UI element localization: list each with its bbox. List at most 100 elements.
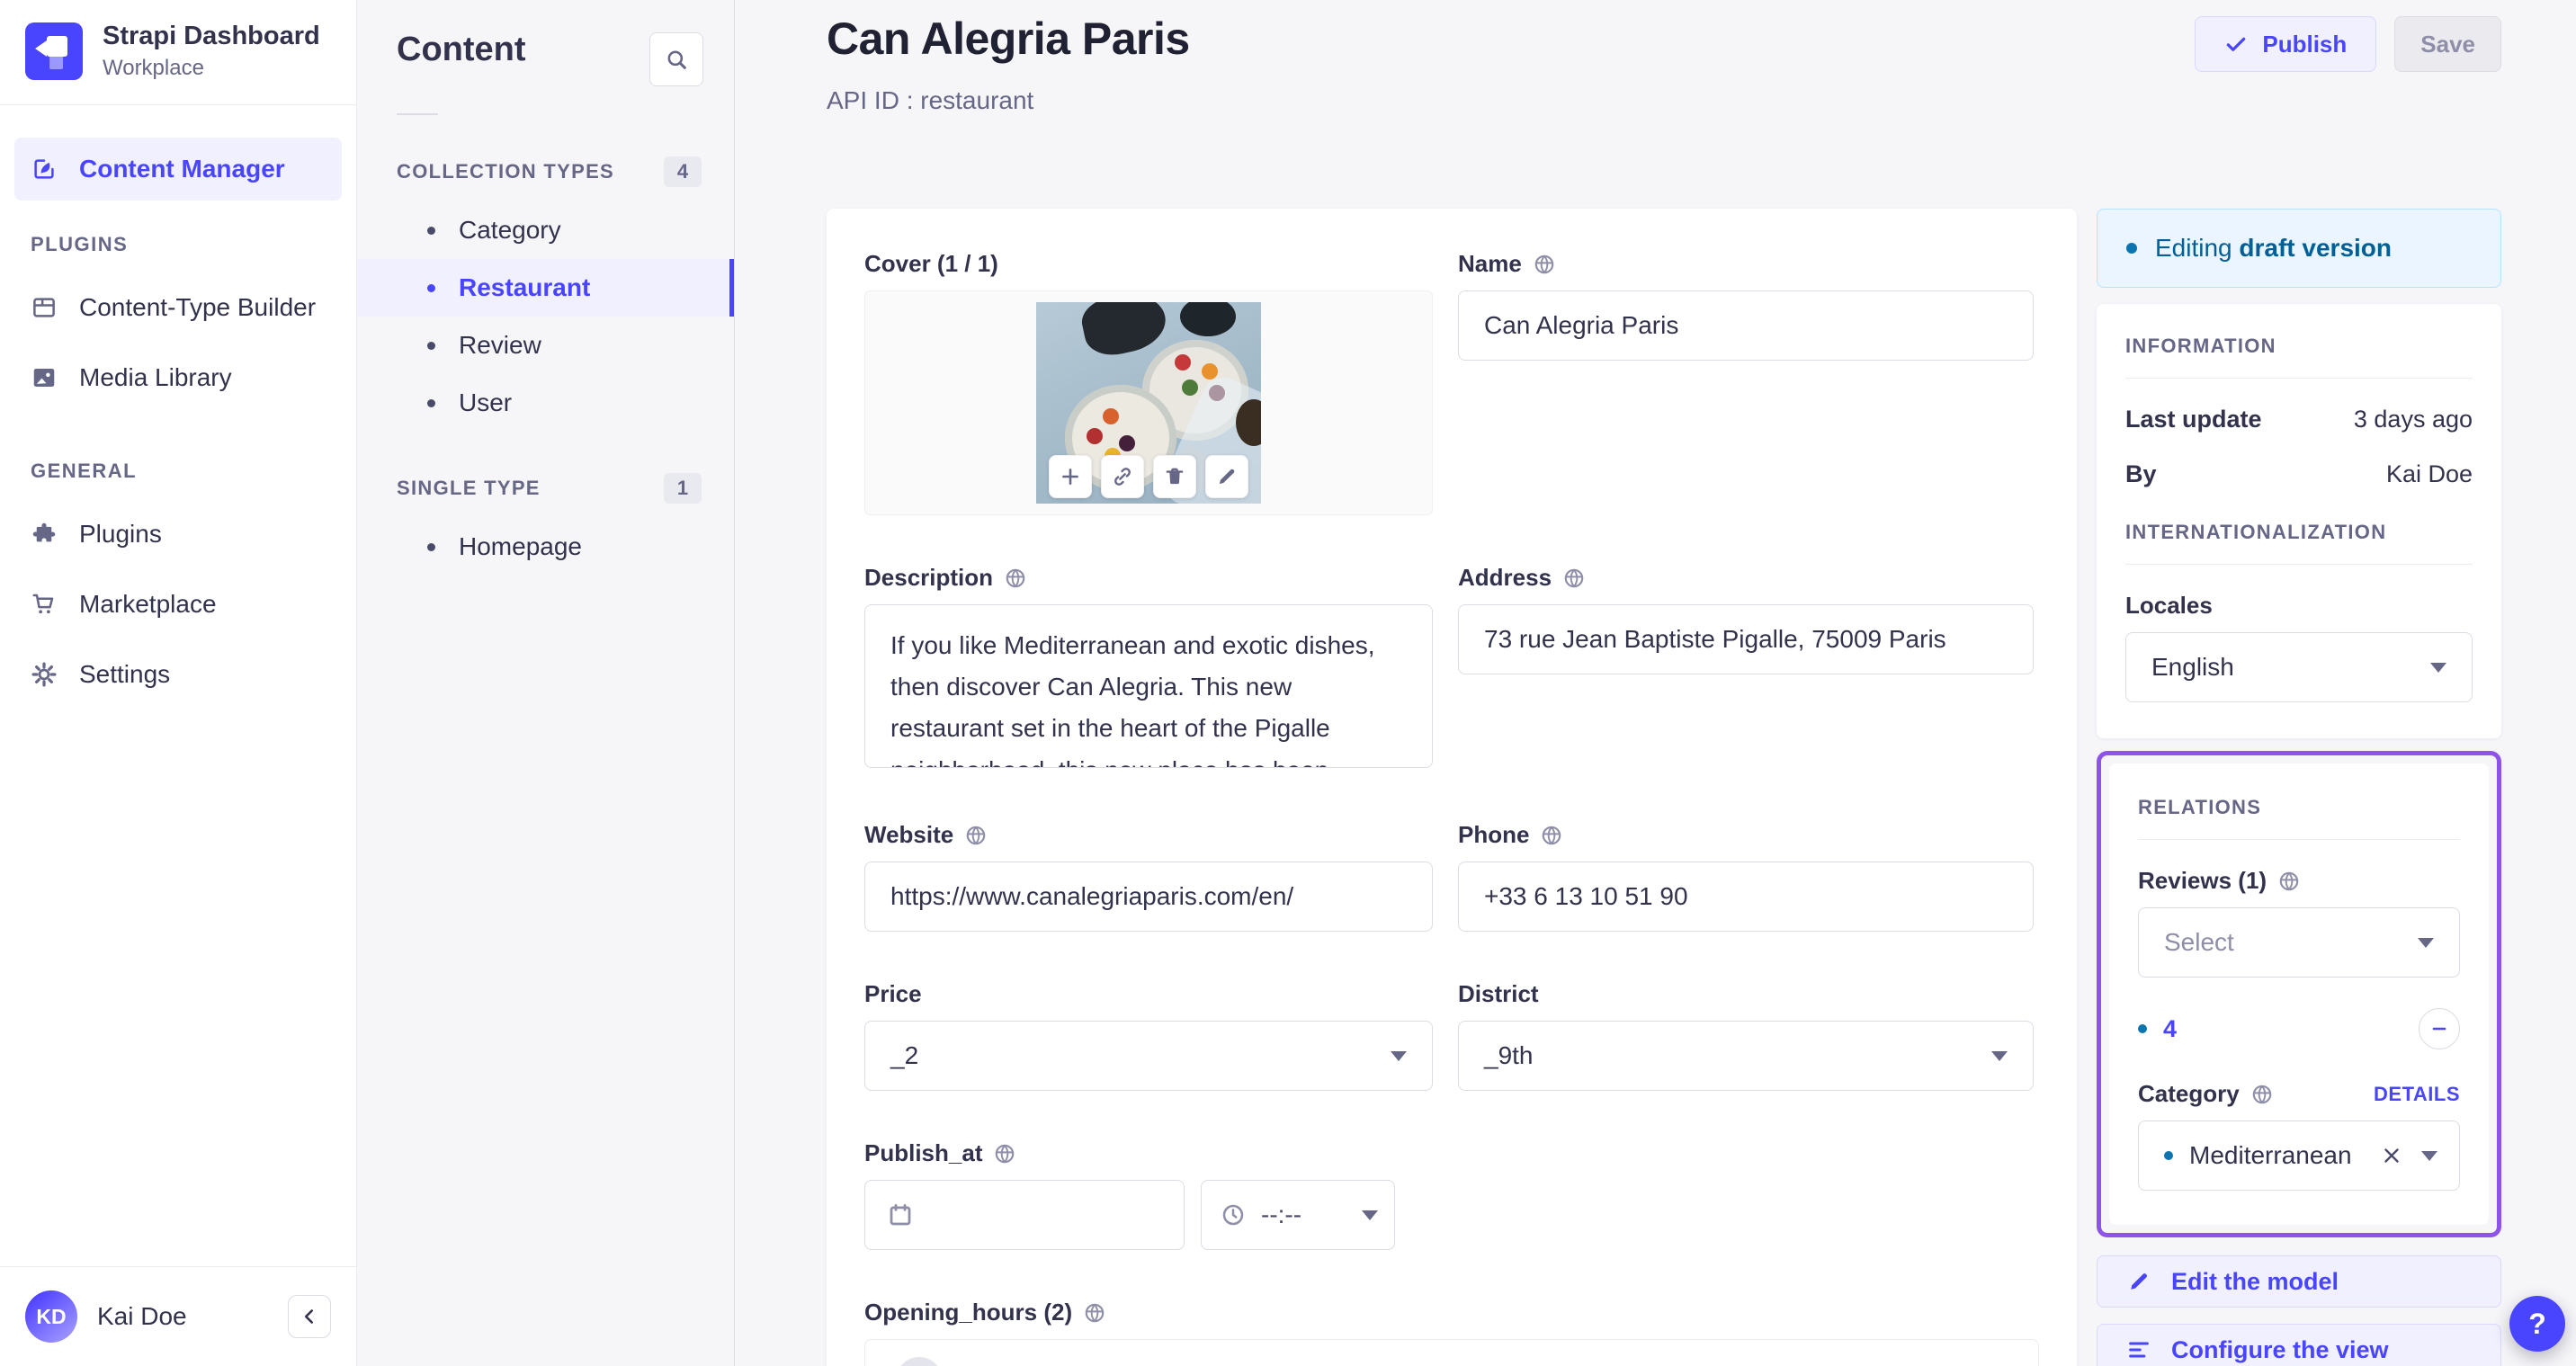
subnav-item-label: Homepage xyxy=(459,532,582,560)
main-content: Can Alegria Paris API ID : restaurant Pu… xyxy=(735,0,2576,1366)
save-label: Save xyxy=(2420,30,2475,58)
photo-fruit xyxy=(1175,354,1191,371)
chevron-left-icon xyxy=(304,1309,314,1324)
subnav-item-homepage[interactable]: Homepage xyxy=(357,518,734,576)
website-label: Website xyxy=(864,821,954,848)
nav-item-settings[interactable]: Settings xyxy=(14,643,342,706)
name-label: Name xyxy=(1458,250,1522,277)
globe-icon xyxy=(1006,568,1025,587)
price-value: _2 xyxy=(890,1041,919,1069)
publish-button[interactable]: Publish xyxy=(2195,16,2377,72)
nav-item-label: Media Library xyxy=(79,363,232,392)
plus-icon xyxy=(1062,469,1078,485)
close-icon[interactable] xyxy=(2380,1144,2403,1167)
content-subnav: Content COLLECTION TYPES 4 Category Rest… xyxy=(357,0,735,1366)
field-opening-hours: Opening_hours (2) Sun xyxy=(864,1299,2039,1366)
publish-date-input[interactable] xyxy=(864,1180,1185,1250)
add-media-button[interactable] xyxy=(1049,455,1092,498)
nav-item-content-manager[interactable]: Content Manager xyxy=(14,138,342,201)
edit-media-button[interactable] xyxy=(1205,455,1248,498)
expand-row-button[interactable] xyxy=(896,1356,943,1366)
puzzle-icon xyxy=(32,523,56,542)
page-title: Can Alegria Paris xyxy=(827,13,1190,64)
check-icon xyxy=(2227,37,2246,51)
cover-actions xyxy=(1049,455,1248,498)
publish-time-input[interactable]: --:-- xyxy=(1201,1180,1395,1250)
nav-item-content-type-builder[interactable]: Content-Type Builder xyxy=(14,276,342,339)
draft-status-banner: Editing draft version xyxy=(2097,209,2501,288)
search-icon xyxy=(667,50,686,69)
search-button[interactable] xyxy=(649,32,703,86)
phone-label: Phone xyxy=(1458,821,1530,848)
bullet-icon xyxy=(2138,1024,2147,1033)
single-type-label: SINGLE TYPE xyxy=(397,477,541,499)
chevron-down-icon xyxy=(2430,662,2446,673)
by-label: By xyxy=(2125,460,2157,487)
opening-hours-group: Sun xyxy=(864,1339,2039,1366)
website-input[interactable] xyxy=(864,862,1433,932)
chevron-down-icon xyxy=(2421,1150,2437,1161)
calendar-icon xyxy=(890,1204,911,1226)
subnav-item-review[interactable]: Review xyxy=(357,317,734,374)
photo-fruit xyxy=(1182,379,1198,396)
chevron-down-icon xyxy=(1362,1210,1378,1220)
address-input[interactable] xyxy=(1458,604,2034,674)
photo-jug xyxy=(1078,302,1171,361)
edit-model-button[interactable]: Edit the model xyxy=(2097,1255,2501,1308)
district-label: District xyxy=(1458,980,1539,1007)
category-label: Category xyxy=(2138,1080,2240,1107)
name-input[interactable] xyxy=(1458,290,2034,361)
nav-item-label: Content-Type Builder xyxy=(79,293,317,322)
chevron-down-icon xyxy=(1391,1050,1407,1061)
phone-input[interactable] xyxy=(1458,862,2034,932)
category-select[interactable]: Mediterranean xyxy=(2138,1120,2460,1191)
field-cover: Cover (1 / 1) xyxy=(864,250,1433,515)
collapse-sidebar-button[interactable] xyxy=(288,1295,331,1338)
price-select[interactable]: _2 xyxy=(864,1021,1433,1091)
nav-item-plugins[interactable]: Plugins xyxy=(14,503,342,566)
nav-item-media-library[interactable]: Media Library xyxy=(14,346,342,409)
subnav-item-restaurant[interactable]: Restaurant xyxy=(357,259,734,317)
status-text: Editing draft version xyxy=(2155,234,2393,262)
help-button[interactable]: ? xyxy=(2509,1296,2565,1352)
save-button[interactable]: Save xyxy=(2394,16,2501,72)
internationalization-header: INTERNATIONALIZATION xyxy=(2125,521,2387,543)
api-id: API ID : restaurant xyxy=(827,86,1034,114)
avatar[interactable]: KD xyxy=(25,1290,77,1343)
nav-section-general: GENERAL xyxy=(31,460,138,483)
relations-highlight: RELATIONS Reviews (1) Select 4 Category … xyxy=(2097,751,2501,1237)
collection-types-count-badge: 4 xyxy=(664,156,702,187)
main-nav: Content Manager PLUGINS Content-Type Bui… xyxy=(0,105,356,1266)
globe-icon xyxy=(1564,568,1584,587)
globe-icon xyxy=(1085,1303,1105,1322)
configure-view-button[interactable]: Configure the view xyxy=(2097,1324,2501,1366)
subnav-item-label: Restaurant xyxy=(459,273,591,301)
globe-icon xyxy=(2279,871,2299,890)
field-district: District _9th xyxy=(1458,980,2034,1091)
cover-media-box xyxy=(864,290,1433,515)
nav-item-label: Plugins xyxy=(79,520,162,549)
review-relation-item[interactable]: 4 xyxy=(2138,1015,2177,1043)
last-update-label: Last update xyxy=(2125,406,2262,433)
address-label: Address xyxy=(1458,564,1552,591)
bullet-icon xyxy=(427,283,435,292)
locales-label: Locales xyxy=(2125,592,2213,619)
subnav-item-category[interactable]: Category xyxy=(357,201,734,259)
subnav-item-user[interactable]: User xyxy=(357,374,734,432)
user-name: Kai Doe xyxy=(97,1302,187,1330)
by-value: Kai Doe xyxy=(2385,460,2473,487)
bullet-icon xyxy=(2164,1151,2173,1160)
nav-item-label: Marketplace xyxy=(79,590,217,619)
description-textarea[interactable]: If you like Mediterranean and exotic dis… xyxy=(864,604,1433,768)
reviews-select[interactable]: Select xyxy=(2138,907,2460,978)
nav-item-marketplace[interactable]: Marketplace xyxy=(14,573,342,636)
reviews-label: Reviews (1) xyxy=(2138,867,2267,894)
locales-select[interactable]: English xyxy=(2125,632,2473,702)
copy-link-button[interactable] xyxy=(1101,455,1144,498)
remove-relation-button[interactable] xyxy=(2419,1008,2460,1049)
single-type-count-badge: 1 xyxy=(664,473,702,504)
district-select[interactable]: _9th xyxy=(1458,1021,2034,1091)
delete-media-button[interactable] xyxy=(1153,455,1196,498)
status-dot-icon xyxy=(2126,243,2137,254)
details-link[interactable]: DETAILS xyxy=(2374,1083,2460,1106)
